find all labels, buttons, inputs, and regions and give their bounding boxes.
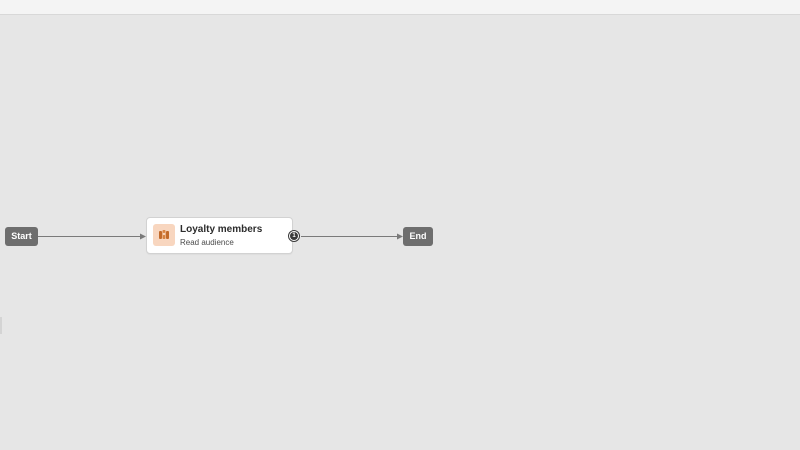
audience-icon — [153, 224, 175, 246]
start-node[interactable]: Start — [5, 227, 38, 246]
top-toolbar — [0, 0, 800, 15]
output-port[interactable]: 1 — [288, 230, 300, 242]
side-panel-handle[interactable] — [0, 317, 2, 334]
activity-subtitle: Read audience — [180, 238, 234, 247]
activity-node-read-audience[interactable]: Loyalty members Read audience — [146, 217, 293, 254]
workflow-canvas[interactable] — [0, 15, 800, 450]
output-port-label: 1 — [290, 232, 298, 240]
activity-title: Loyalty members — [180, 224, 263, 235]
end-node[interactable]: End — [403, 227, 433, 246]
